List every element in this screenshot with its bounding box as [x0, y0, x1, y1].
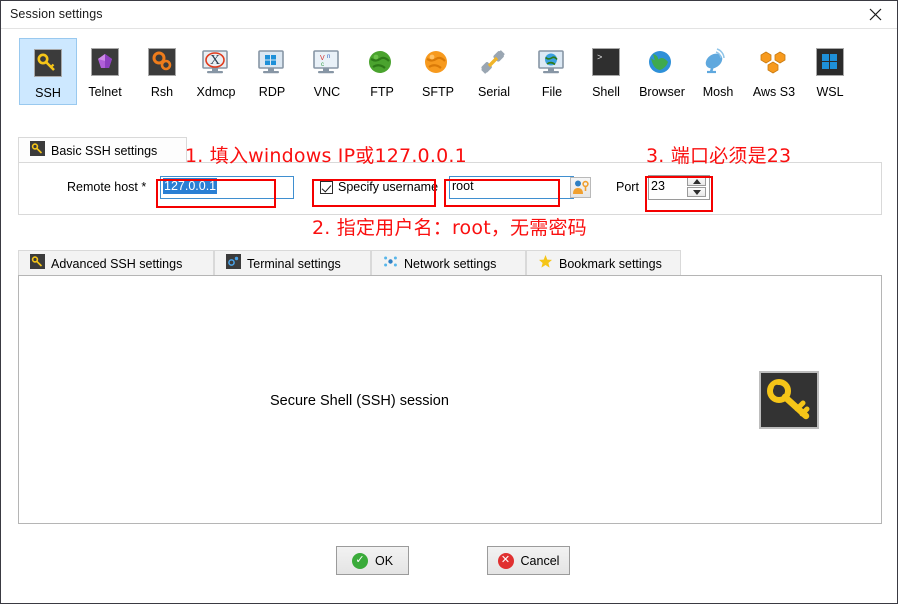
port-spinner-up[interactable] — [687, 176, 706, 186]
protocol-xdmcp[interactable]: X Xdmcp — [187, 38, 245, 105]
protocol-label: RDP — [258, 85, 286, 99]
remote-host-value: 127.0.0.1 — [163, 178, 218, 194]
tab-label: Advanced SSH settings — [51, 256, 183, 271]
window-title: Session settings — [10, 7, 103, 21]
ssh-key-icon — [30, 140, 45, 161]
annotation-1: 1. 填入windows IP或127.0.0.1 — [185, 145, 467, 167]
file-monitor-icon — [536, 46, 568, 78]
protocol-label: SSH — [35, 86, 61, 100]
star-icon — [538, 254, 553, 274]
svg-text:c: c — [321, 62, 324, 68]
annotation-2: 2. 指定用户名：root，无需密码 — [312, 217, 587, 239]
protocol-rsh[interactable]: Rsh — [133, 38, 191, 105]
tab-basic-ssh-settings[interactable]: Basic SSH settings — [18, 137, 187, 163]
mosh-dish-icon — [702, 46, 734, 78]
sftp-globe-icon — [422, 46, 454, 78]
settings-tabs: Advanced SSH settings Terminal settings — [18, 250, 681, 276]
terminal-node-icon — [226, 253, 241, 274]
protocol-label: Serial — [478, 85, 510, 99]
annotation-3: 3. 端口必须是23 — [646, 145, 792, 167]
protocol-label: VNC — [313, 85, 341, 99]
basic-ssh-settings-panel: Remote host * 127.0.0.1 Specify username… — [18, 162, 882, 215]
protocol-vnc[interactable]: V n c VNC — [298, 38, 356, 105]
username-browse-button[interactable] — [570, 177, 591, 198]
protocol-ssh[interactable]: SSH — [19, 38, 77, 105]
remote-host-label: Remote host * — [67, 180, 147, 194]
ftp-globe-icon — [366, 46, 398, 78]
ok-button[interactable]: ✓ OK — [336, 546, 409, 575]
xdmcp-monitor-icon: X — [200, 46, 232, 78]
username-input[interactable]: root — [449, 176, 574, 199]
close-button[interactable] — [853, 1, 897, 28]
username-value: root — [452, 179, 474, 193]
serial-plug-icon — [478, 46, 510, 78]
ok-label: OK — [374, 553, 394, 568]
ssh-key-icon — [32, 47, 64, 79]
user-key-icon — [573, 180, 589, 194]
tab-terminal-settings[interactable]: Terminal settings — [214, 250, 371, 276]
ssh-key-large-icon — [759, 371, 819, 429]
specify-username-label: Specify username — [338, 180, 439, 194]
cancel-label: Cancel — [520, 553, 560, 568]
protocol-mosh[interactable]: Mosh — [689, 38, 747, 105]
tab-label: Terminal settings — [247, 256, 341, 271]
port-spinner-down[interactable] — [687, 187, 706, 197]
protocol-ftp[interactable]: FTP — [353, 38, 411, 105]
tab-network-settings[interactable]: Network settings — [371, 250, 526, 276]
tab-label: Network settings — [404, 256, 497, 271]
protocol-rdp[interactable]: RDP — [243, 38, 301, 105]
wsl-windows-icon — [814, 46, 846, 78]
tab-bookmark-settings[interactable]: Bookmark settings — [526, 250, 681, 276]
protocol-label: File — [541, 85, 563, 99]
protocol-label: Rsh — [150, 85, 174, 99]
protocol-wsl[interactable]: WSL — [801, 38, 859, 105]
svg-text:V: V — [320, 55, 325, 62]
remote-host-input[interactable]: 127.0.0.1 — [160, 176, 294, 199]
browser-globe-icon — [646, 46, 678, 78]
protocol-label: FTP — [370, 85, 394, 99]
shell-prompt-icon: > — [590, 46, 622, 78]
protocol-label: Browser — [639, 85, 685, 99]
chevron-up-icon — [692, 178, 701, 184]
chevron-down-icon — [692, 189, 701, 195]
rdp-monitor-icon — [256, 46, 288, 78]
protocol-label: Shell — [592, 85, 620, 99]
session-description: Secure Shell (SSH) session — [270, 393, 449, 409]
specify-username-checkbox[interactable] — [320, 181, 333, 194]
protocol-shell[interactable]: > Shell — [577, 38, 635, 105]
port-label: Port — [616, 180, 639, 194]
protocol-label: WSL — [816, 85, 844, 99]
aws-s3-boxes-icon — [758, 46, 790, 78]
tab-label: Basic SSH settings — [51, 143, 158, 158]
protocol-aws-s3[interactable]: Aws S3 — [745, 38, 803, 105]
protocol-label: Xdmcp — [196, 85, 236, 99]
tab-label: Bookmark settings — [559, 256, 662, 271]
title-bar: Session settings — [1, 1, 897, 29]
protocol-label: SFTP — [422, 85, 454, 99]
vnc-monitor-icon: V n c — [311, 46, 343, 78]
protocol-file[interactable]: File — [523, 38, 581, 105]
tab-advanced-ssh-settings[interactable]: Advanced SSH settings — [18, 250, 214, 276]
close-icon — [869, 8, 881, 21]
rsh-gears-icon — [146, 46, 178, 78]
network-dots-icon — [383, 254, 398, 274]
protocol-label: Telnet — [88, 85, 122, 99]
cancel-button[interactable]: ✕ Cancel — [487, 546, 570, 575]
protocol-browser[interactable]: Browser — [633, 38, 691, 105]
protocol-telnet[interactable]: Telnet — [76, 38, 134, 105]
telnet-gem-icon — [89, 46, 121, 78]
ssh-key-icon — [30, 253, 45, 274]
session-settings-dialog: Session settings SSH Telnet Rsh X Xdmcp … — [0, 0, 898, 604]
session-content-panel: Secure Shell (SSH) session — [18, 275, 882, 524]
protocol-toolbar: SSH Telnet Rsh X Xdmcp RDP V n c VNC FTP… — [1, 30, 897, 113]
protocol-label: Mosh — [702, 85, 734, 99]
protocol-label: Aws S3 — [752, 85, 796, 99]
protocol-serial[interactable]: Serial — [465, 38, 523, 105]
check-circle-icon: ✓ — [351, 552, 368, 569]
port-value: 23 — [651, 179, 665, 193]
x-circle-icon: ✕ — [497, 552, 514, 569]
svg-text:>: > — [597, 53, 602, 63]
protocol-sftp[interactable]: SFTP — [409, 38, 467, 105]
svg-text:n: n — [327, 54, 330, 60]
